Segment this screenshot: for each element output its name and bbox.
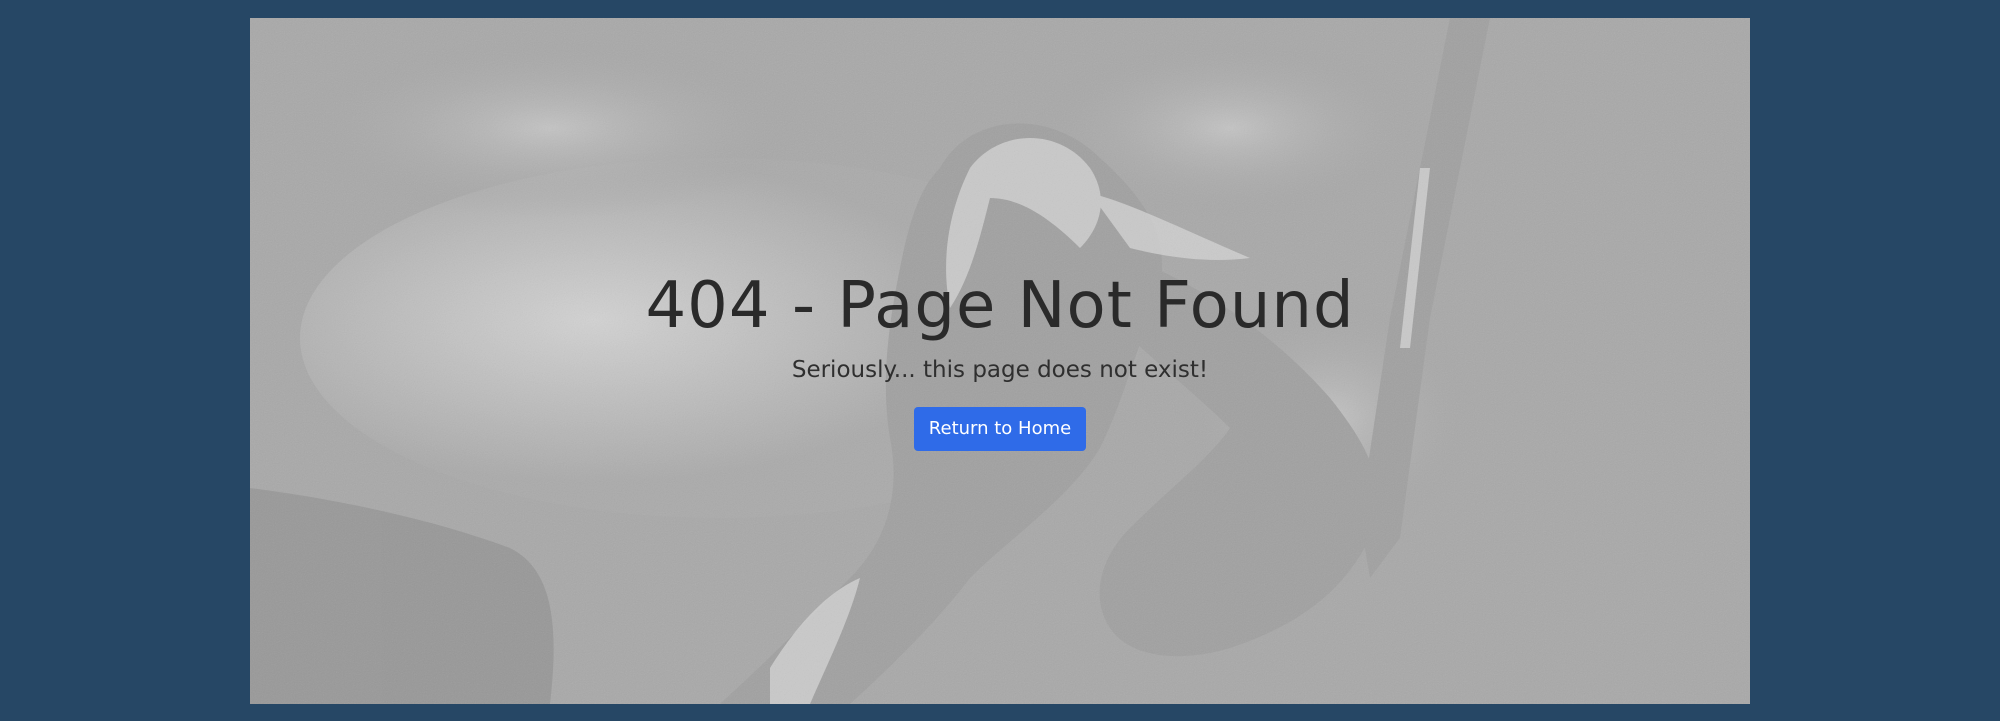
hero-banner: 404 - Page Not Found Seriously... this p… — [250, 18, 1750, 704]
page-title: 404 - Page Not Found — [645, 269, 1355, 343]
page: 404 - Page Not Found Seriously... this p… — [0, 0, 2000, 721]
error-content: 404 - Page Not Found Seriously... this p… — [250, 18, 1750, 704]
error-subtitle: Seriously... this page does not exist! — [791, 357, 1209, 384]
return-home-button[interactable]: Return to Home — [913, 406, 1087, 451]
